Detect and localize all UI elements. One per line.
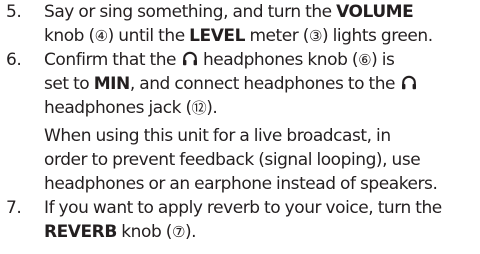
text: , and connect headphones to the: [129, 74, 400, 94]
note-line: order to prevent feedback (signal loopin…: [44, 150, 421, 170]
text: meter (: [244, 26, 309, 46]
ref-number: ⑦: [171, 223, 185, 241]
step-body: Confirm that the headphones knob (⑥) is …: [44, 48, 476, 196]
headphones-icon: [182, 50, 198, 66]
ref-number: ③: [308, 27, 322, 45]
text: Say or sing something, and turn the: [44, 2, 337, 22]
step-number: 6.: [6, 50, 22, 70]
text: headphones jack (: [44, 98, 192, 118]
step-line: set to MIN, and connect headphones to th…: [44, 72, 476, 96]
min-label: MIN: [93, 74, 131, 94]
note-line: When using this unit for a live broadcas…: [44, 126, 391, 146]
text: Confirm that the: [44, 50, 181, 70]
text: ) is: [371, 50, 395, 70]
step-body: Say or sing something, and turn the VOLU…: [44, 0, 476, 48]
text: ) lights green.: [321, 26, 433, 46]
step-line: headphones jack (⑫).: [44, 96, 476, 120]
note-line: headphones or an earphone instead of spe…: [44, 174, 438, 194]
text: knob (: [116, 222, 172, 242]
ref-number: ⑫: [191, 99, 207, 117]
reverb-label: REVERB: [44, 222, 117, 242]
text: ).: [206, 98, 218, 118]
level-label: LEVEL: [189, 26, 245, 46]
step-line: knob (④) until the LEVEL meter (③) light…: [44, 24, 476, 48]
text: set to: [44, 74, 94, 94]
step-line: Say or sing something, and turn the VOLU…: [44, 0, 476, 24]
ref-number: ④: [94, 27, 108, 45]
ref-number: ⑥: [358, 51, 372, 69]
text: headphones knob (: [198, 50, 359, 70]
step-line: Confirm that the headphones knob (⑥) is: [44, 48, 476, 72]
step-number: 5.: [6, 2, 22, 22]
text: ).: [184, 222, 197, 242]
headphones-icon: [401, 74, 417, 90]
step-line: REVERB knob (⑦).: [44, 220, 476, 244]
instruction-page: 5. Say or sing something, and turn the V…: [0, 0, 480, 254]
volume-label: VOLUME: [336, 2, 414, 22]
step-number: 7.: [6, 198, 22, 218]
step-body: If you want to apply reverb to your voic…: [44, 196, 476, 244]
text: knob (: [44, 26, 95, 46]
step-line: If you want to apply reverb to your voic…: [44, 198, 442, 218]
text: ) until the: [107, 26, 190, 46]
